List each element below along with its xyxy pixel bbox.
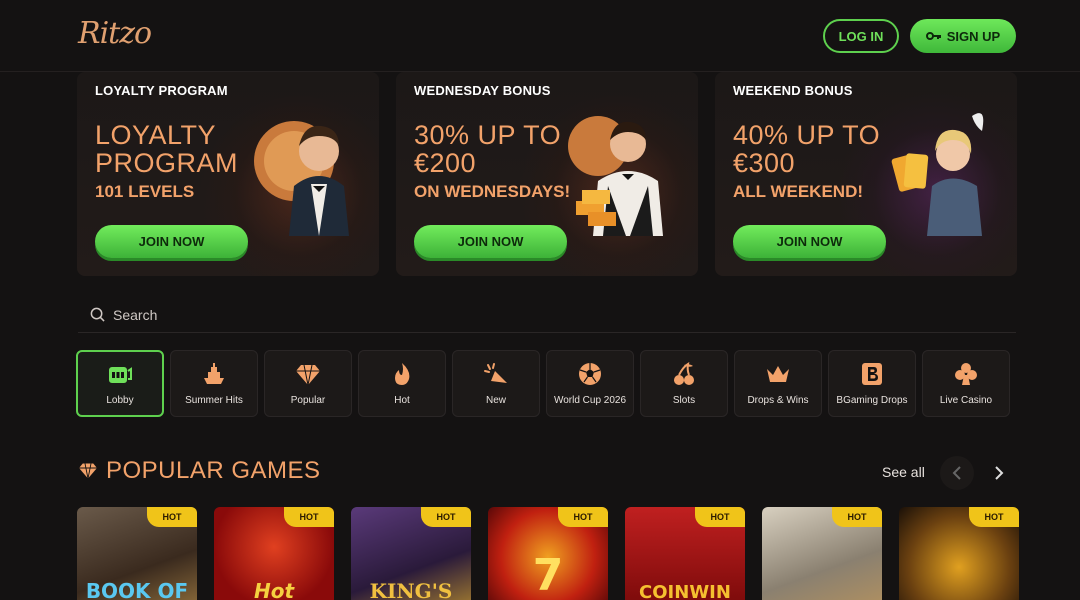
category-hot[interactable]: Hot (358, 350, 446, 417)
game-tile[interactable]: HOT Hot (214, 507, 334, 600)
category-label: Drops & Wins (747, 395, 809, 406)
soccer-ball-icon (579, 363, 601, 385)
category-label: Summer Hits (185, 395, 243, 406)
signup-label: SIGN UP (946, 28, 1001, 44)
bgaming-icon (862, 363, 882, 385)
ship-icon (204, 363, 224, 384)
diamond-icon (296, 364, 320, 386)
hot-badge: HOT (695, 507, 745, 527)
promo-heading: LOYALTY PROGRAM (95, 83, 228, 98)
game-tile[interactable]: HOT COINWIN (625, 507, 745, 600)
hot-badge: HOT (832, 507, 882, 527)
category-label: Popular (290, 395, 326, 406)
category-label: BGaming Drops (836, 395, 908, 406)
category-label: Lobby (106, 395, 134, 406)
slot-machine-icon (109, 367, 132, 383)
category-label: Live Casino (939, 395, 993, 406)
category-slots[interactable]: Slots (640, 350, 728, 417)
promo-title: LOYALTY PROGRAM (95, 120, 239, 178)
next-arrow-button[interactable] (982, 456, 1016, 490)
popular-games-heading: POPULAR GAMES (78, 457, 321, 485)
crown-icon (767, 366, 789, 382)
top-header: Ritzo LOG IN SIGN UP (0, 0, 1080, 72)
search-bar[interactable]: Search (78, 297, 1016, 333)
category-bgaming-drops[interactable]: BGaming Drops (828, 350, 916, 417)
game-tile[interactable]: HOT BOOK OF (77, 507, 197, 600)
search-input[interactable]: Search (113, 307, 157, 323)
hot-badge: HOT (284, 507, 334, 527)
promo-card-loyalty: LOYALTY PROGRAM LOYALTY PROGRAM 101 LEVE… (77, 72, 379, 276)
chevron-left-icon (952, 466, 961, 480)
promo-title: 30% UP TO €200 (414, 120, 562, 178)
search-icon (90, 307, 105, 322)
see-all-link[interactable]: See all (882, 464, 925, 480)
promo-subtitle: ON WEDNESDAYS! (414, 182, 571, 201)
game-title: COINWIN (639, 582, 731, 600)
join-now-button[interactable]: JOIN NOW (95, 225, 248, 258)
game-title: 7 (532, 550, 564, 600)
category-popular[interactable]: Popular (264, 350, 352, 417)
category-world-cup-2026[interactable]: World Cup 2026 (546, 350, 634, 417)
flame-icon (395, 363, 410, 385)
promo-card-wednesday: WEDNESDAY BONUS 30% UP TO €200 ON WEDNES… (396, 72, 698, 276)
croupier-illustration (568, 116, 663, 236)
ritzo-logo[interactable]: Ritzo (78, 16, 152, 51)
game-title: Hot (253, 579, 295, 600)
game-tile[interactable]: HOT 7 (488, 507, 608, 600)
key-icon (925, 32, 941, 40)
promo-card-weekend: WEEKEND BONUS 40% UP TO €300 ALL WEEKEND… (715, 72, 1017, 276)
hot-badge: HOT (969, 507, 1019, 527)
login-button[interactable]: LOG IN (823, 19, 899, 53)
section-title: POPULAR GAMES (106, 457, 321, 484)
club-icon (955, 363, 977, 385)
hot-badge: HOT (421, 507, 471, 527)
gentleman-illustration (254, 121, 349, 236)
category-lobby[interactable]: Lobby (76, 350, 164, 417)
promo-subtitle: ALL WEEKEND! (733, 182, 864, 201)
games-row: HOT BOOK OF HOT Hot HOT KING'S HOT 7 HOT… (77, 507, 1019, 600)
category-nav: Lobby Summer Hits Popular Hot New World … (76, 350, 1010, 417)
category-new[interactable]: New (452, 350, 540, 417)
game-tile[interactable]: HOT (899, 507, 1019, 600)
promo-subtitle: 101 LEVELS (95, 182, 195, 201)
promo-heading: WEEKEND BONUS (733, 83, 853, 98)
hot-badge: HOT (147, 507, 197, 527)
category-drops-wins[interactable]: Drops & Wins (734, 350, 822, 417)
prev-arrow-button[interactable] (940, 456, 974, 490)
category-label: New (485, 395, 506, 406)
chevron-right-icon (995, 466, 1004, 480)
signup-button[interactable]: SIGN UP (910, 19, 1016, 53)
category-live-casino[interactable]: Live Casino (922, 350, 1010, 417)
game-tile[interactable]: HOT (762, 507, 882, 600)
join-now-button[interactable]: JOIN NOW (414, 225, 567, 258)
promo-title: 40% UP TO €300 (733, 120, 881, 178)
game-title: BOOK OF (85, 579, 189, 600)
game-tile[interactable]: HOT KING'S (351, 507, 471, 600)
hot-badge: HOT (558, 507, 608, 527)
category-label: Slots (672, 395, 696, 406)
join-now-button[interactable]: JOIN NOW (733, 225, 886, 258)
game-title: KING'S (369, 579, 453, 600)
category-label: Hot (394, 395, 410, 406)
category-label: World Cup 2026 (553, 395, 627, 406)
category-summer-hits[interactable]: Summer Hits (170, 350, 258, 417)
diamond-icon (79, 463, 97, 479)
cherries-icon (674, 362, 694, 385)
flapper-lady-illustration (891, 113, 984, 236)
sparkle-icon (484, 363, 507, 383)
promo-heading: WEDNESDAY BONUS (414, 83, 551, 98)
